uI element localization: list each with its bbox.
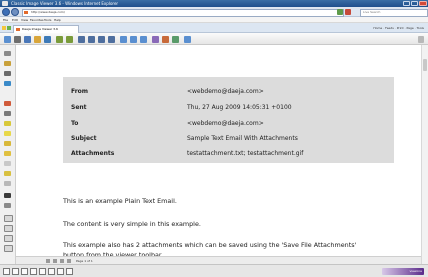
status-icon-3[interactable] bbox=[21, 268, 28, 275]
freehand-tool-icon[interactable] bbox=[4, 193, 11, 198]
status-icon-2[interactable] bbox=[12, 268, 19, 275]
scrollbar-thumb[interactable] bbox=[423, 59, 427, 71]
eraser-tool-icon[interactable] bbox=[4, 203, 11, 208]
minimize-button[interactable] bbox=[403, 1, 410, 6]
favorites-star-icon[interactable] bbox=[2, 26, 6, 30]
header-label-subject: Subject bbox=[71, 135, 97, 142]
status-bar: viewone bbox=[0, 264, 428, 277]
search-placeholder: Live Search bbox=[363, 10, 381, 14]
highlight-tool-icon[interactable] bbox=[4, 121, 11, 126]
stop-icon[interactable] bbox=[345, 9, 351, 15]
header-value-sent: Thu, 27 Aug 2009 14:05:31 +0100 bbox=[187, 104, 292, 111]
email-body-line: This example also has 2 attachments whic… bbox=[63, 241, 357, 249]
viewer-toolbar bbox=[0, 33, 428, 45]
tab-bar: Daeja Image Viewer 3.6 Home · Feeds · Pr… bbox=[0, 23, 428, 33]
back-button[interactable] bbox=[2, 8, 10, 16]
status-icon-6[interactable] bbox=[48, 268, 55, 275]
next-page-icon[interactable] bbox=[60, 259, 64, 263]
fit-width-icon[interactable] bbox=[130, 36, 137, 43]
zoom-region-icon[interactable] bbox=[98, 36, 105, 43]
vertical-scrollbar[interactable] bbox=[421, 45, 428, 264]
header-value-to: <webdemo@daeja.com> bbox=[187, 120, 264, 127]
help-icon[interactable] bbox=[184, 36, 191, 43]
redo-icon[interactable] bbox=[4, 245, 13, 252]
rectangle-tool-icon[interactable] bbox=[4, 141, 11, 146]
status-icon-1[interactable] bbox=[3, 268, 10, 275]
address-toolbar: http://www.daeja.com/ Live Search bbox=[0, 7, 428, 17]
first-page-icon[interactable] bbox=[46, 259, 50, 263]
layers-icon[interactable] bbox=[4, 225, 13, 232]
zoom-in-icon[interactable] bbox=[78, 36, 85, 43]
tab-label: Daeja Image Viewer 3.6 bbox=[22, 27, 58, 31]
save-attachments-icon[interactable] bbox=[34, 36, 41, 43]
email-body-line: This is an example Plain Text Email. bbox=[63, 197, 177, 205]
annotate-icon[interactable] bbox=[162, 36, 169, 43]
maximize-button[interactable] bbox=[411, 1, 418, 6]
page-icon bbox=[24, 11, 28, 14]
browser-tab[interactable]: Daeja Image Viewer 3.6 bbox=[13, 25, 79, 33]
fit-height-icon[interactable] bbox=[140, 36, 147, 43]
search-input[interactable]: Live Search bbox=[360, 9, 428, 17]
arrow-tool-icon[interactable] bbox=[4, 101, 11, 106]
header-value-attachments: testattachment.txt; testattachment.gif bbox=[187, 150, 304, 157]
add-favorites-icon[interactable] bbox=[7, 26, 11, 30]
save-icon[interactable] bbox=[14, 36, 21, 43]
copy-icon[interactable] bbox=[44, 36, 51, 43]
note-tool-icon[interactable] bbox=[4, 111, 11, 116]
window-title-bar: Classic Image Viewer 3.6 - Windows Inter… bbox=[0, 0, 428, 7]
window-title: Classic Image Viewer 3.6 - Windows Inter… bbox=[11, 1, 119, 6]
polygon-tool-icon[interactable] bbox=[4, 161, 11, 166]
pen-tool-icon[interactable] bbox=[4, 61, 11, 66]
last-page-icon[interactable] bbox=[67, 259, 71, 263]
header-value-from: <webdemo@daeja.com> bbox=[187, 88, 264, 95]
rotate-right-icon[interactable] bbox=[66, 36, 73, 43]
header-value-subject: Sample Text Email With Attachments bbox=[187, 135, 298, 142]
fit-page-icon[interactable] bbox=[120, 36, 127, 43]
hyperlink-tool-icon[interactable] bbox=[4, 181, 11, 186]
line-tool-icon[interactable] bbox=[4, 81, 11, 86]
email-header-box: From <webdemo@daeja.com> Sent Thu, 27 Au… bbox=[63, 77, 394, 163]
thumbnails-icon[interactable] bbox=[172, 36, 179, 43]
header-label-from: From bbox=[71, 88, 89, 95]
status-icon-4[interactable] bbox=[30, 268, 37, 275]
select-tool-icon[interactable] bbox=[4, 51, 11, 56]
viewone-logo: viewone bbox=[382, 268, 424, 275]
ellipse-tool-icon[interactable] bbox=[4, 151, 11, 156]
open-icon[interactable] bbox=[4, 36, 11, 43]
redact-tool-icon[interactable] bbox=[4, 171, 11, 176]
page-navigation: Page 1 of 1 bbox=[16, 256, 421, 264]
header-label-sent: Sent bbox=[71, 104, 87, 111]
address-url: http://www.daeja.com/ bbox=[31, 10, 65, 14]
command-bar[interactable]: Home · Feeds · Print · Page · Tools bbox=[300, 25, 424, 31]
properties-icon[interactable] bbox=[4, 215, 13, 222]
rotate-left-icon[interactable] bbox=[56, 36, 63, 43]
forward-button[interactable] bbox=[11, 8, 19, 16]
pan-icon[interactable] bbox=[108, 36, 115, 43]
print-icon[interactable] bbox=[24, 36, 31, 43]
status-icon-8[interactable] bbox=[66, 268, 73, 275]
header-label-to: To bbox=[71, 120, 79, 127]
magnifier-icon[interactable] bbox=[152, 36, 159, 43]
prev-page-icon[interactable] bbox=[53, 259, 57, 263]
ie-icon bbox=[2, 1, 8, 6]
annotation-sidebar bbox=[0, 45, 16, 264]
refresh-icon[interactable] bbox=[337, 9, 343, 15]
address-input[interactable]: http://www.daeja.com/ bbox=[22, 9, 344, 17]
tab-favicon bbox=[16, 28, 20, 31]
header-label-attachments: Attachments bbox=[71, 150, 115, 157]
close-button[interactable] bbox=[419, 1, 427, 6]
email-body-line: The content is very simple in this examp… bbox=[63, 220, 201, 228]
stamp-tool-icon[interactable] bbox=[4, 131, 11, 136]
status-icon-5[interactable] bbox=[39, 268, 46, 275]
zoom-out-icon[interactable] bbox=[88, 36, 95, 43]
toolbar-settings-icon[interactable] bbox=[418, 36, 424, 43]
status-icon-7[interactable] bbox=[57, 268, 64, 275]
text-tool-icon[interactable] bbox=[4, 71, 11, 76]
undo-icon[interactable] bbox=[4, 235, 13, 242]
